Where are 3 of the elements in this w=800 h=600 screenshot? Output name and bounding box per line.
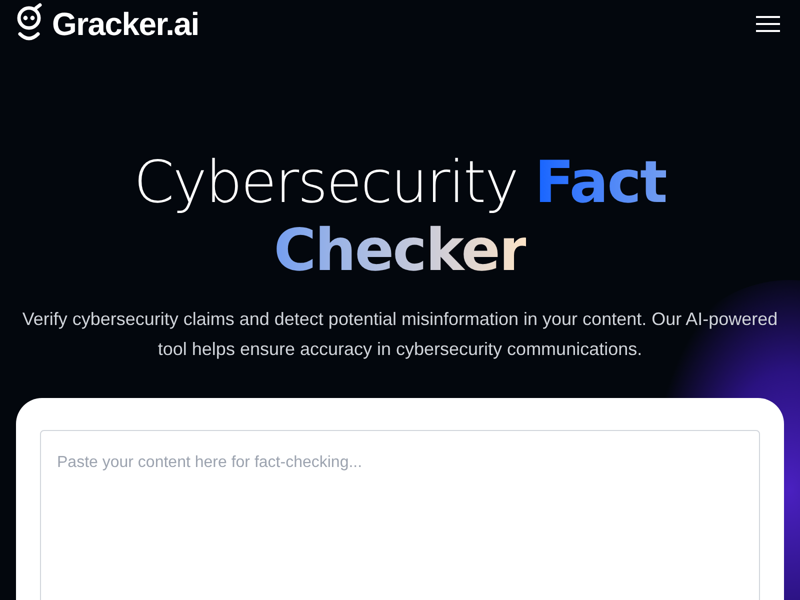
hero-subtitle: Verify cybersecurity claims and detect potential misinformation in your content. Our AI-powered tool helps ensure accuracy in cybersecurity communications. (21, 308, 779, 361)
content-input-field[interactable]: Paste your content here for fact-checking... (40, 430, 760, 600)
logo-text[interactable]: Gracker.ai (52, 0, 199, 48)
